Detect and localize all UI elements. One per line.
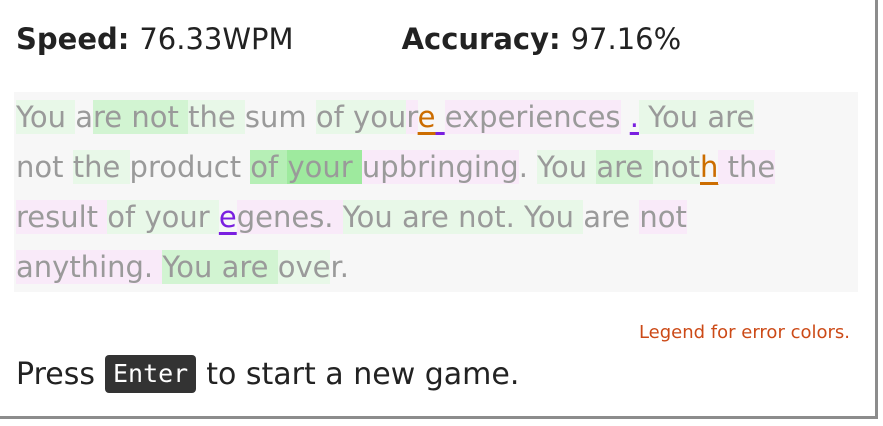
error-legend-link[interactable]: Legend for error colors.	[639, 322, 850, 343]
passage-segment: experiences	[444, 100, 621, 134]
passage-segment: ove	[277, 250, 331, 284]
passage-segment: You	[342, 200, 402, 234]
passage-segment: re	[93, 100, 132, 134]
passage-segment: not	[131, 100, 189, 134]
prompt-action-text: to start a new game.	[206, 356, 520, 392]
passage-segment: are	[401, 200, 459, 234]
passage-segment: You	[524, 200, 584, 234]
passage-segment: r	[406, 100, 418, 134]
typo-char: e	[417, 100, 436, 134]
typed-passage: You are not the sum of youre experiences…	[14, 92, 858, 292]
passage-line: anything. You are over.	[16, 242, 858, 292]
passage-segment: the	[72, 150, 130, 184]
prompt-press-text: Press	[16, 356, 95, 392]
passage-line: not the product of your upbringing. You …	[16, 142, 858, 192]
passage-segment: of	[250, 150, 288, 184]
passage-segment: You	[537, 150, 597, 184]
typo-char: e	[218, 200, 237, 234]
typo-char: h	[700, 150, 719, 184]
passage-line: You are not the sum of youre experiences…	[16, 92, 858, 142]
passage-segment: r.	[330, 250, 349, 284]
passage-segment: are	[583, 200, 640, 234]
speed-label: Speed:	[16, 22, 130, 56]
game-panel: Speed: 76.33WPM Accuracy: 97.16% You are…	[0, 0, 878, 419]
passage-segment: You	[162, 250, 222, 284]
passage-segment: .	[518, 150, 538, 184]
passage-segment: of	[315, 100, 354, 134]
typo-char	[435, 100, 444, 134]
passage-segment: not	[639, 200, 687, 234]
passage-segment: are	[596, 150, 653, 184]
passage-segment: of	[107, 200, 145, 234]
new-game-prompt: Press Enter to start a new game.	[16, 355, 519, 393]
passage-segment: result	[16, 200, 108, 234]
speed-value: 76.33WPM	[139, 22, 294, 56]
passage-segment: are	[221, 250, 278, 284]
passage-segment: sum	[244, 100, 316, 134]
passage-segment: are	[707, 100, 755, 134]
passage-segment: not	[652, 150, 700, 184]
passage-segment: not	[16, 150, 73, 184]
passage-segment: your	[144, 200, 219, 234]
passage-segment: you	[353, 100, 407, 134]
passage-line: result of your egenes. You are not. You …	[16, 192, 858, 242]
passage-segment: not.	[458, 200, 525, 234]
accuracy-stat: Accuracy: 97.16%	[402, 22, 682, 56]
passage-segment: product	[129, 150, 251, 184]
accuracy-label: Accuracy:	[401, 22, 561, 56]
passage-segment: anything.	[16, 250, 163, 284]
enter-key-badge: Enter	[104, 355, 197, 393]
passage-segment: You	[638, 100, 708, 134]
stats-bar: Speed: 76.33WPM Accuracy: 97.16%	[16, 22, 681, 56]
speed-stat: Speed: 76.33WPM	[16, 22, 294, 56]
passage-segment: a	[75, 100, 93, 134]
passage-segment: genes.	[236, 200, 343, 234]
passage-segment	[621, 100, 630, 134]
passage-segment: the	[718, 150, 776, 184]
typo-char: .	[629, 100, 639, 134]
passage-segment: the	[188, 100, 245, 134]
passage-segment: upbringing	[361, 150, 519, 184]
passage-segment: You	[16, 100, 76, 134]
passage-segment: your	[287, 150, 362, 184]
accuracy-value: 97.16%	[570, 22, 682, 56]
